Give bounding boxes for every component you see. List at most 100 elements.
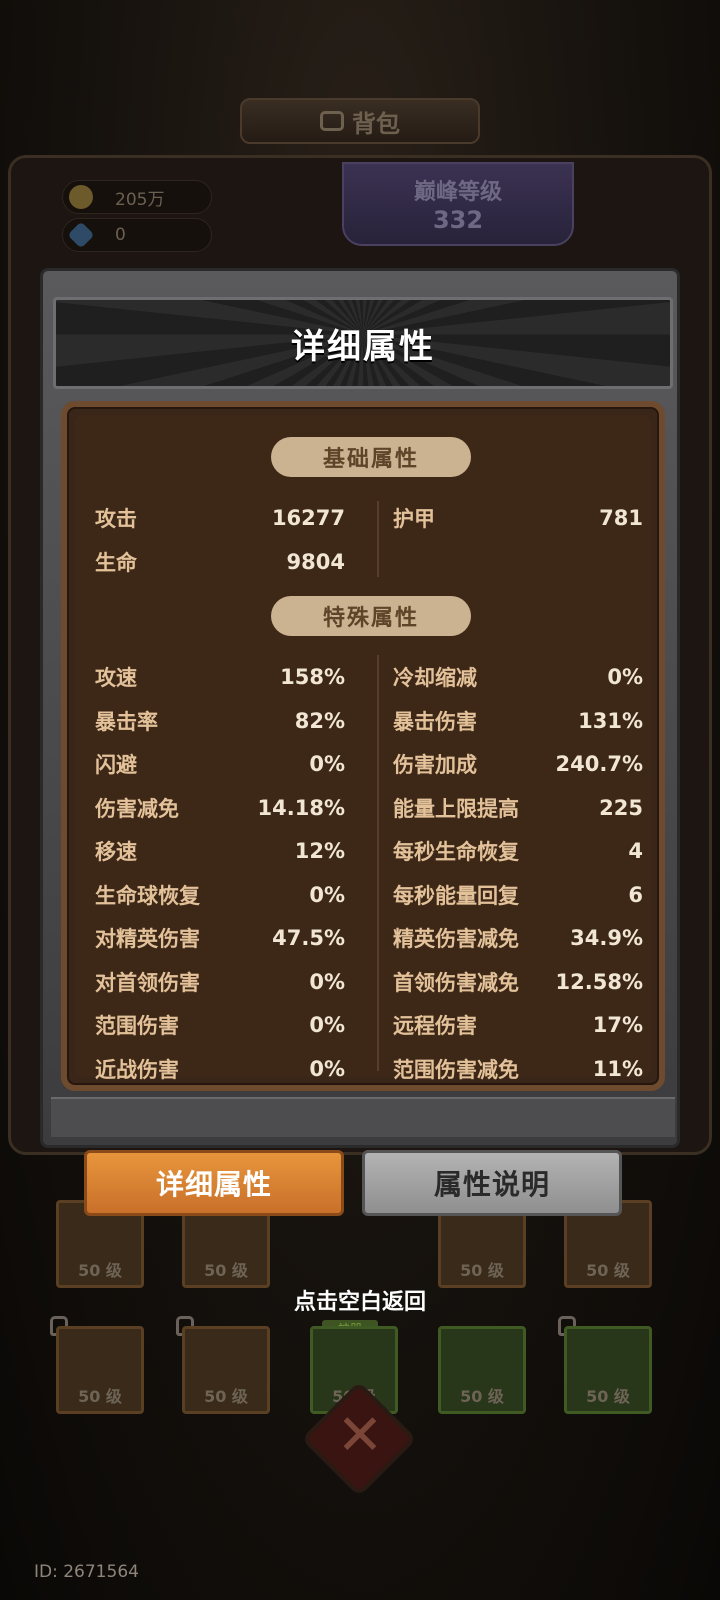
detail-attributes-modal: 详细属性 基础属性 攻击 16277 生命 9804 护甲 781 特殊属性 攻速 158… [40, 268, 680, 1148]
stat-label: 生命球恢复 [95, 883, 200, 908]
stat-value: 225 [599, 795, 643, 820]
stat-value: 4 [628, 839, 643, 863]
stat-label: 护甲 [393, 507, 435, 531]
stat-label: 伤害减免 [95, 796, 179, 821]
stat-label: 精英伤害减免 [393, 927, 519, 951]
column-divider [377, 655, 379, 1071]
stat-value: 158% [280, 665, 345, 689]
stat-value: 0% [309, 882, 345, 907]
stat-label: 攻速 [95, 666, 137, 690]
equipment-slot[interactable]: 50 级 [182, 1326, 270, 1414]
stat-value: 0% [309, 1013, 345, 1037]
peak-level-value: 332 [432, 206, 484, 234]
stat-value: 0% [309, 1056, 345, 1081]
stat-label: 每秒能量回复 [393, 883, 519, 908]
stat-value: 34.9% [570, 926, 643, 950]
stat-label: 每秒生命恢复 [393, 840, 519, 864]
stat-label: 远程伤害 [393, 1014, 477, 1038]
special-stat-row: 每秒生命恢复 4 [393, 836, 643, 866]
modal-header: 详细属性 [53, 297, 673, 389]
gem-value: 0 [115, 225, 126, 245]
basic-stat-row: 护甲 781 [393, 503, 643, 533]
special-stat-row: 攻速 158% [95, 662, 345, 692]
gold-counter: 205万 [62, 180, 212, 214]
artifact-slot[interactable]: 50 级 [564, 1326, 652, 1414]
stat-label: 生命 [95, 551, 137, 575]
special-stat-row: 闪避 0% [95, 749, 345, 779]
tab-detail-attributes[interactable]: 详细属性 [84, 1150, 344, 1216]
stat-value: 240.7% [555, 752, 643, 776]
special-stat-row: 对精英伤害 47.5% [95, 923, 345, 953]
stat-label: 近战伤害 [95, 1057, 179, 1082]
special-stat-row: 伤害减免 14.18% [95, 793, 345, 823]
stat-label: 移速 [95, 840, 137, 864]
stat-value: 47.5% [272, 926, 345, 950]
tap-to-return-hint: 点击空白返回 [293, 1290, 426, 1315]
gem-counter: 0 [62, 218, 212, 252]
stat-label: 范围伤害 [95, 1014, 179, 1038]
equipment-slot[interactable]: 50 级 [56, 1326, 144, 1414]
stat-label: 闪避 [95, 753, 137, 777]
stat-label: 能量上限提高 [393, 796, 519, 821]
stat-label: 暴击率 [95, 709, 158, 734]
special-stat-row: 生命球恢复 0% [95, 880, 345, 910]
attributes-panel: 基础属性 攻击 16277 生命 9804 护甲 781 特殊属性 攻速 158% 暴击率 8… [61, 401, 665, 1091]
special-stat-row: 冷却缩减 0% [393, 662, 643, 692]
special-stat-row: 远程伤害 17% [393, 1010, 643, 1040]
stat-label: 攻击 [95, 507, 137, 531]
gold-coin-icon [69, 185, 93, 209]
stat-value: 0% [309, 752, 345, 776]
special-stat-row: 每秒能量回复 6 [393, 880, 643, 910]
backpack-title: 背包 [352, 109, 400, 138]
column-divider [377, 501, 379, 577]
artifact-slot[interactable]: 50 级 [438, 1326, 526, 1414]
stat-value: 131% [578, 708, 643, 733]
backpack-icon [320, 111, 344, 131]
stat-value: 17% [592, 1013, 643, 1037]
stat-value: 9804 [286, 550, 345, 574]
special-stat-row: 暴击率 82% [95, 706, 345, 736]
stat-value: 82% [294, 708, 345, 733]
special-stat-row: 范围伤害减免 11% [393, 1054, 643, 1084]
attributes-panel-inner: 基础属性 攻击 16277 生命 9804 护甲 781 特殊属性 攻速 158% 暴击率 8… [75, 415, 651, 1082]
backpack-title-bar: 背包 [240, 98, 480, 144]
stat-value: 14.18% [257, 795, 345, 820]
special-stat-row: 近战伤害 0% [95, 1054, 345, 1084]
special-stat-row: 伤害加成 240.7% [393, 749, 643, 779]
special-stat-row: 精英伤害减免 34.9% [393, 923, 643, 953]
basic-stat-row: 攻击 16277 [95, 503, 345, 533]
special-attributes-header: 特殊属性 [271, 596, 471, 636]
gold-value: 205万 [115, 189, 165, 210]
stat-value: 12% [294, 839, 345, 863]
stat-label: 范围伤害减免 [393, 1057, 519, 1082]
stat-value: 0% [607, 665, 643, 689]
special-stat-row: 能量上限提高 225 [393, 793, 643, 823]
stat-label: 暴击伤害 [393, 709, 477, 734]
stat-value: 12.58% [555, 969, 643, 994]
stat-value: 781 [599, 506, 643, 530]
special-stat-row: 首领伤害减免 12.58% [393, 967, 643, 997]
special-stat-row: 暴击伤害 131% [393, 706, 643, 736]
basic-attributes-header: 基础属性 [271, 437, 471, 477]
stat-value: 11% [592, 1056, 643, 1081]
stat-value: 6 [628, 882, 643, 907]
close-icon: ✕ [336, 1403, 384, 1468]
gem-icon [67, 221, 95, 249]
modal-footer-decoration [51, 1097, 675, 1137]
stat-label: 对首领伤害 [95, 970, 200, 995]
stat-label: 对精英伤害 [95, 927, 200, 951]
stat-label: 冷却缩减 [393, 666, 477, 690]
stat-label: 伤害加成 [393, 753, 477, 777]
peak-level-box: 巅峰等级 332 [342, 162, 574, 246]
special-stat-row: 范围伤害 0% [95, 1010, 345, 1040]
user-id: ID: 2671564 [34, 1562, 139, 1582]
basic-stat-row: 生命 9804 [95, 547, 345, 577]
special-stat-row: 对首领伤害 0% [95, 967, 345, 997]
stat-value: 0% [309, 969, 345, 994]
modal-title: 详细属性 [291, 326, 435, 367]
stat-value: 16277 [271, 506, 345, 530]
peak-level-label: 巅峰等级 [413, 180, 502, 205]
stat-label: 首领伤害减免 [393, 970, 519, 995]
special-stat-row: 移速 12% [95, 836, 345, 866]
tab-attribute-explanation[interactable]: 属性说明 [362, 1150, 622, 1216]
